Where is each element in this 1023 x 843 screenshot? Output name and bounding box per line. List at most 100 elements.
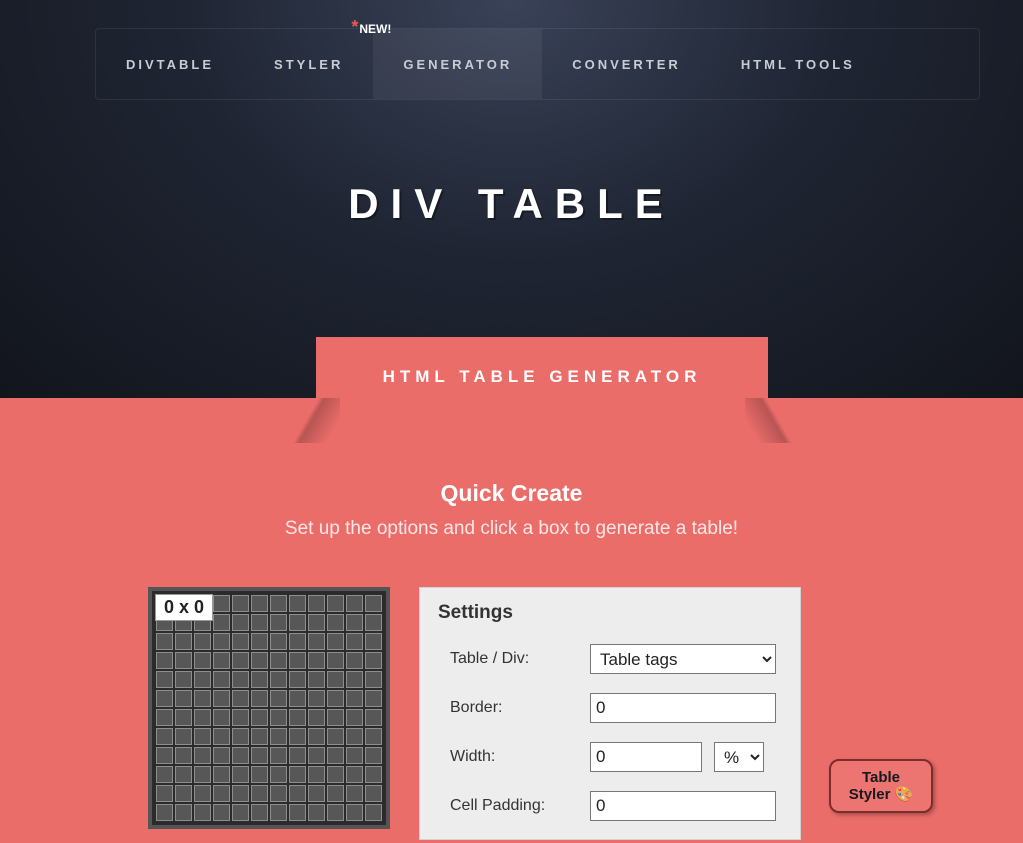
grid-cell[interactable] [232,766,249,783]
grid-cell[interactable] [156,747,173,764]
grid-cell[interactable] [308,690,325,707]
grid-cell[interactable] [308,709,325,726]
grid-cell[interactable] [213,766,230,783]
grid-cell[interactable] [308,671,325,688]
grid-cell[interactable] [365,614,382,631]
grid-cell[interactable] [346,595,363,612]
grid-cell[interactable] [327,652,344,669]
grid-cell[interactable] [327,747,344,764]
grid-cell[interactable] [270,690,287,707]
grid-cell[interactable] [308,652,325,669]
grid-cell[interactable] [365,728,382,745]
grid-cell[interactable] [346,785,363,802]
grid-cell[interactable] [365,633,382,650]
grid-cell[interactable] [289,633,306,650]
nav-divtable[interactable]: DIVTABLE [96,29,244,99]
grid-cell[interactable] [175,804,192,821]
grid-cell[interactable] [194,804,211,821]
table-styler-button[interactable]: Table Styler 🎨 [829,759,933,813]
grid-cell[interactable] [270,652,287,669]
border-input[interactable] [590,693,776,723]
grid-cell[interactable] [232,633,249,650]
grid-cell[interactable] [308,785,325,802]
grid-cell[interactable] [327,785,344,802]
grid-cell[interactable] [213,633,230,650]
grid-cell[interactable] [289,652,306,669]
grid-cell[interactable] [232,652,249,669]
grid-cell[interactable] [232,709,249,726]
grid-cell[interactable] [327,671,344,688]
grid-cell[interactable] [327,804,344,821]
grid-cell[interactable] [156,804,173,821]
grid-cell[interactable] [270,766,287,783]
grid-cell[interactable] [251,614,268,631]
grid-cell[interactable] [289,595,306,612]
grid-cell[interactable] [270,747,287,764]
grid-cell[interactable] [175,633,192,650]
grid-cell[interactable] [232,690,249,707]
grid-cell[interactable] [213,614,230,631]
grid-cell[interactable] [156,690,173,707]
grid-cell[interactable] [346,728,363,745]
width-unit-select[interactable]: % [714,742,764,772]
grid-cell[interactable] [346,804,363,821]
grid-cell[interactable] [289,671,306,688]
grid-cell[interactable] [270,785,287,802]
grid-cell[interactable] [270,804,287,821]
grid-cell[interactable] [289,804,306,821]
grid-cell[interactable] [194,785,211,802]
grid-cell[interactable] [194,652,211,669]
grid-cell[interactable] [365,747,382,764]
grid-cell[interactable] [346,633,363,650]
grid-cell[interactable] [175,652,192,669]
grid-cell[interactable] [308,766,325,783]
nav-htmltools[interactable]: HTML TOOLS [711,29,885,99]
grid-cell[interactable] [194,709,211,726]
grid-cell[interactable] [213,785,230,802]
grid-cell[interactable] [175,766,192,783]
grid-cell[interactable] [327,766,344,783]
grid-cell[interactable] [251,671,268,688]
grid-cell[interactable] [308,728,325,745]
grid-cell[interactable] [365,804,382,821]
grid-cell[interactable] [327,633,344,650]
grid-cell[interactable] [213,709,230,726]
grid-cell[interactable] [365,785,382,802]
grid-cell[interactable] [270,709,287,726]
grid-cell[interactable] [156,766,173,783]
grid-cell[interactable] [327,690,344,707]
grid-cell[interactable] [156,671,173,688]
grid-cell[interactable] [156,709,173,726]
grid-cell[interactable] [346,766,363,783]
width-input[interactable] [590,742,702,772]
table-div-select[interactable]: Table tags [590,644,776,674]
grid-cell[interactable] [251,652,268,669]
grid-cell[interactable] [251,690,268,707]
grid-cell[interactable] [251,728,268,745]
grid-cell[interactable] [251,785,268,802]
grid-cell[interactable] [232,671,249,688]
grid-cell[interactable] [232,728,249,745]
nav-styler[interactable]: STYLER NEW! [244,29,373,99]
grid-cell[interactable] [213,595,230,612]
grid-cell[interactable] [346,671,363,688]
grid-cell[interactable] [308,595,325,612]
grid-cell[interactable] [251,633,268,650]
grid-cell[interactable] [365,766,382,783]
grid-cell[interactable] [175,747,192,764]
grid-cell[interactable] [175,671,192,688]
grid-cell[interactable] [308,747,325,764]
grid-cell[interactable] [213,728,230,745]
grid-cell[interactable] [327,728,344,745]
grid-cell[interactable] [232,785,249,802]
grid-cell[interactable] [251,747,268,764]
grid-cell[interactable] [194,671,211,688]
grid-cell[interactable] [289,709,306,726]
grid-cell[interactable] [175,785,192,802]
grid-cell[interactable] [270,633,287,650]
grid-cell[interactable] [251,709,268,726]
grid-cell[interactable] [346,690,363,707]
grid-cell[interactable] [232,595,249,612]
grid-cell[interactable] [194,728,211,745]
grid-cell[interactable] [270,595,287,612]
